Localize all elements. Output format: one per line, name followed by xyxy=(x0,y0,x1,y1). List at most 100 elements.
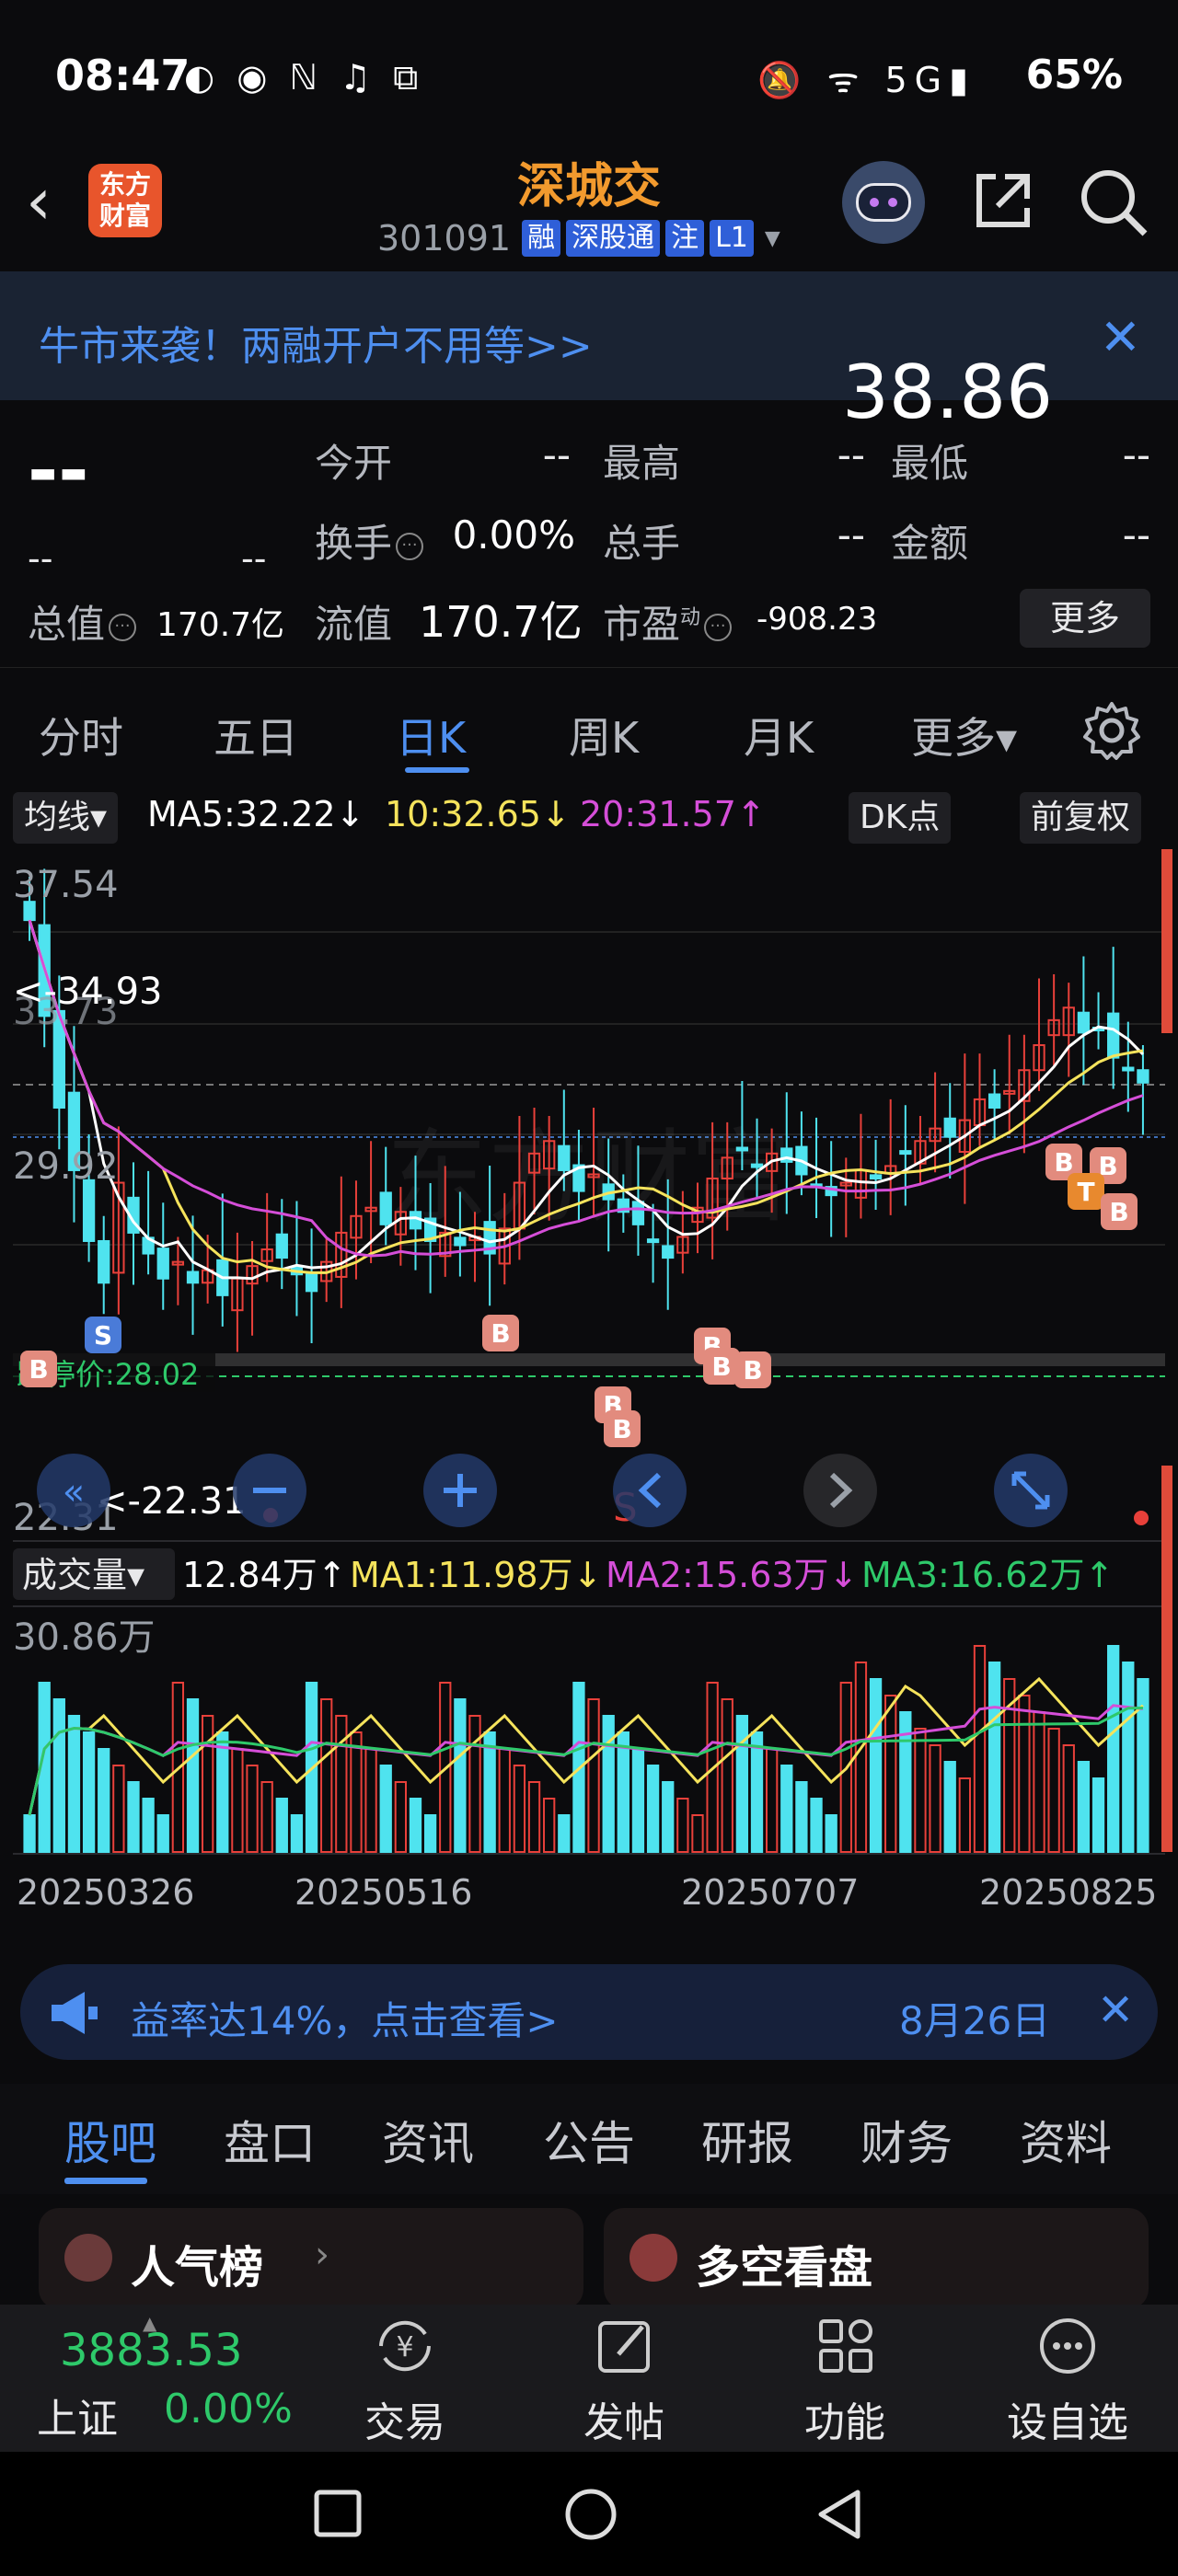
bar-chart-icon xyxy=(64,2234,112,2282)
notice-text[interactable]: 益率达14%，点击查看> xyxy=(131,1990,559,2046)
index-change: 0.00% xyxy=(164,2386,293,2432)
info-icon[interactable]: ··· xyxy=(704,613,733,641)
x-tick-1: 20250326 xyxy=(17,1872,194,1913)
candle xyxy=(631,1201,645,1225)
tab-news[interactable]: 资讯 xyxy=(382,2107,474,2173)
nav-post[interactable]: 发帖 xyxy=(560,2314,688,2448)
next-button[interactable] xyxy=(803,1454,877,1527)
tab-daily-k[interactable]: 日K xyxy=(396,705,466,765)
high-value: -- xyxy=(837,432,865,477)
signal-badge-b: B xyxy=(734,1351,771,1388)
svg-text:¥: ¥ xyxy=(396,2331,413,2363)
candle xyxy=(82,1179,96,1242)
home-icon[interactable] xyxy=(563,2487,618,2542)
tab-forum[interactable]: 股吧 xyxy=(64,2107,156,2173)
content-tabs: 股吧 盘口 资讯 公告 研报 财务 资料 xyxy=(0,2084,1178,2194)
close-icon[interactable]: ✕ xyxy=(1097,1984,1134,2036)
candle xyxy=(156,1248,169,1280)
low-annotation: <-22.31 xyxy=(97,1480,246,1523)
adjust-button[interactable]: 前复权 xyxy=(1020,792,1142,844)
bull-bear-card[interactable]: 多空看盘 xyxy=(604,2208,1149,2309)
marker-dot xyxy=(1134,1511,1149,1525)
tab-research[interactable]: 研报 xyxy=(701,2107,793,2173)
status-left-icons: ◐ ◉ ℕ ♫ ⧉ xyxy=(184,57,424,98)
candle xyxy=(1137,1069,1149,1084)
tab-orderbook[interactable]: 盘口 xyxy=(224,2107,316,2173)
volume-bar xyxy=(602,1715,615,1853)
zoom-in-button[interactable] xyxy=(423,1454,497,1527)
candle xyxy=(943,1117,956,1138)
vs-icon xyxy=(629,2234,677,2282)
tab-monthly-k[interactable]: 月K xyxy=(744,705,814,765)
notice-date: 8月26日 xyxy=(899,1998,1051,2043)
ma-indicator-bar: 均线▾ MA5:32.22↓ 10:32.65↓ 20:31.57↑ DK点 前… xyxy=(0,787,1178,849)
tab-profile[interactable]: 资料 xyxy=(1020,2107,1112,2173)
share-icon[interactable] xyxy=(968,166,1038,236)
stock-meta[interactable]: 301091 融 深股通 注 L1 ▼ xyxy=(377,217,780,259)
signal-badge-b: B xyxy=(1101,1193,1138,1230)
turnover-value: 0.00% xyxy=(452,512,575,558)
recent-apps-icon[interactable] xyxy=(313,2489,363,2538)
high-label: 最高 xyxy=(603,441,681,486)
zoom-out-button[interactable] xyxy=(233,1454,306,1527)
ma-selector[interactable]: 均线▾ xyxy=(13,792,119,844)
promo-text[interactable]: 牛市来袭！两融开户不用等>> xyxy=(39,313,593,372)
high-annotation: <-34.93 xyxy=(13,971,162,1013)
tab-more[interactable]: 更多▾ xyxy=(911,705,1017,765)
tab-announcements[interactable]: 公告 xyxy=(543,2107,635,2173)
svg-text:B: B xyxy=(1109,1197,1128,1227)
grid-icon xyxy=(819,2319,872,2373)
edit-icon xyxy=(598,2321,650,2373)
candle xyxy=(750,1163,764,1168)
volume-bar xyxy=(617,1731,629,1853)
index-value: 3883.53 xyxy=(60,2325,243,2376)
volume-selector[interactable]: 成交量▾ xyxy=(22,1555,144,1595)
tab-finance[interactable]: 财务 xyxy=(860,2107,953,2173)
info-icon[interactable]: ··· xyxy=(109,613,137,641)
volume-bar xyxy=(987,1662,1001,1853)
volume-bar xyxy=(82,1731,96,1853)
more-dots-icon xyxy=(1040,2318,1095,2374)
period-tabs: 分时 五日 日K 周K 月K 更多▾ xyxy=(0,667,1178,787)
popularity-card[interactable]: 人气榜 › xyxy=(39,2208,583,2309)
chevron-down-icon[interactable]: ▼ xyxy=(765,227,780,250)
stock-header: ‹ 东方财富 深城交 301091 融 深股通 注 L1 ▼ xyxy=(0,138,1178,271)
candle xyxy=(379,1191,392,1225)
volume-current: 12.84万↑ xyxy=(182,1555,347,1595)
low-value: -- xyxy=(1122,432,1150,477)
volume-bar xyxy=(869,1678,883,1853)
system-nav-bar xyxy=(0,2452,1178,2576)
volume-bar xyxy=(156,1814,169,1853)
nav-add-watchlist[interactable]: 设自选 xyxy=(1003,2314,1132,2448)
close-icon[interactable]: ✕ xyxy=(1100,308,1141,366)
volume-bar xyxy=(423,1814,437,1853)
tag-margin: 融 xyxy=(522,220,561,257)
tab-intraday[interactable]: 分时 xyxy=(39,705,123,765)
pe-value: -908.23 xyxy=(756,601,878,638)
ma20-value: 20:31.57↑ xyxy=(580,794,766,834)
change-abs: -- xyxy=(28,538,53,579)
previous-button[interactable] xyxy=(613,1454,687,1527)
volume-bar xyxy=(52,1698,65,1853)
notice-bar[interactable]: 益率达14%，点击查看> 8月26日 ✕ xyxy=(20,1964,1158,2060)
info-icon[interactable]: ··· xyxy=(396,532,424,560)
nav-trade[interactable]: ¥ 交易 xyxy=(341,2314,469,2448)
kline-chart[interactable]: 东方财富 37.54 33.73 29.92 22.31 <-34.93 <-2… xyxy=(0,849,1178,1944)
signal-badge-s: S xyxy=(85,1317,121,1353)
volume-bar xyxy=(127,1781,140,1853)
back-nav-icon[interactable] xyxy=(812,2487,867,2542)
robot-assistant-icon[interactable] xyxy=(842,161,925,244)
tab-weekly-k[interactable]: 周K xyxy=(569,705,639,765)
rewind-button[interactable]: « xyxy=(37,1454,110,1527)
dk-point-button[interactable]: DK点 xyxy=(849,792,952,844)
nav-functions[interactable]: 功能 xyxy=(780,2314,909,2448)
candle xyxy=(869,1174,883,1180)
status-time: 08:47 xyxy=(55,51,191,100)
tab-five-day[interactable]: 五日 xyxy=(214,705,298,765)
more-quote-button[interactable]: 更多 xyxy=(1020,589,1150,648)
search-icon[interactable] xyxy=(1077,166,1150,239)
float-cap-value: 170.7亿 xyxy=(419,597,583,647)
fullscreen-button[interactable] xyxy=(994,1454,1068,1527)
volume-bar xyxy=(142,1798,155,1853)
gear-icon[interactable] xyxy=(1081,700,1142,761)
